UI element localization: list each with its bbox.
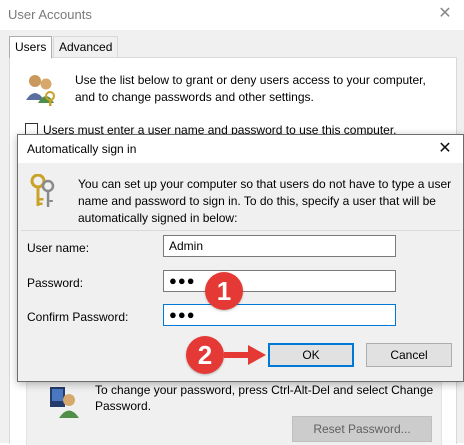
- window-title: User Accounts: [8, 7, 92, 22]
- tab-users[interactable]: Users: [9, 36, 53, 59]
- password-input[interactable]: ●●●: [163, 270, 396, 292]
- window-titlebar: User Accounts ✕: [0, 0, 464, 30]
- user-name-label: User name:: [27, 241, 90, 255]
- keys-icon: [30, 174, 55, 207]
- users-keys-icon: [26, 75, 55, 106]
- dialog-close-icon[interactable]: ✕: [435, 139, 455, 159]
- ok-button[interactable]: OK: [268, 343, 354, 367]
- tab-advanced[interactable]: Advanced: [53, 36, 119, 58]
- dialog-titlebar: Automatically sign in ✕: [18, 135, 463, 163]
- reset-password-button: Reset Password...: [292, 416, 432, 442]
- user-password-icon: [50, 387, 79, 418]
- step-2-arrow-icon: [224, 345, 266, 365]
- intro-text: Use the list below to grant or deny user…: [75, 73, 426, 104]
- confirm-password-label: Confirm Password:: [27, 310, 129, 324]
- confirm-password-input[interactable]: ●●●: [163, 304, 396, 326]
- user-name-input[interactable]: Admin: [163, 235, 396, 257]
- window-close-icon[interactable]: ✕: [436, 5, 454, 23]
- cancel-button[interactable]: Cancel: [366, 343, 452, 367]
- step-1-badge: 1: [205, 272, 243, 310]
- password-label: Password:: [27, 276, 84, 290]
- step-2-badge: 2: [186, 336, 224, 374]
- password-help-text: To change your password, press Ctrl-Alt-…: [95, 383, 434, 413]
- dialog-title: Automatically sign in: [27, 142, 137, 156]
- dialog-description: You can set up your computer so that use…: [78, 177, 452, 225]
- dialog-divider: [21, 230, 460, 231]
